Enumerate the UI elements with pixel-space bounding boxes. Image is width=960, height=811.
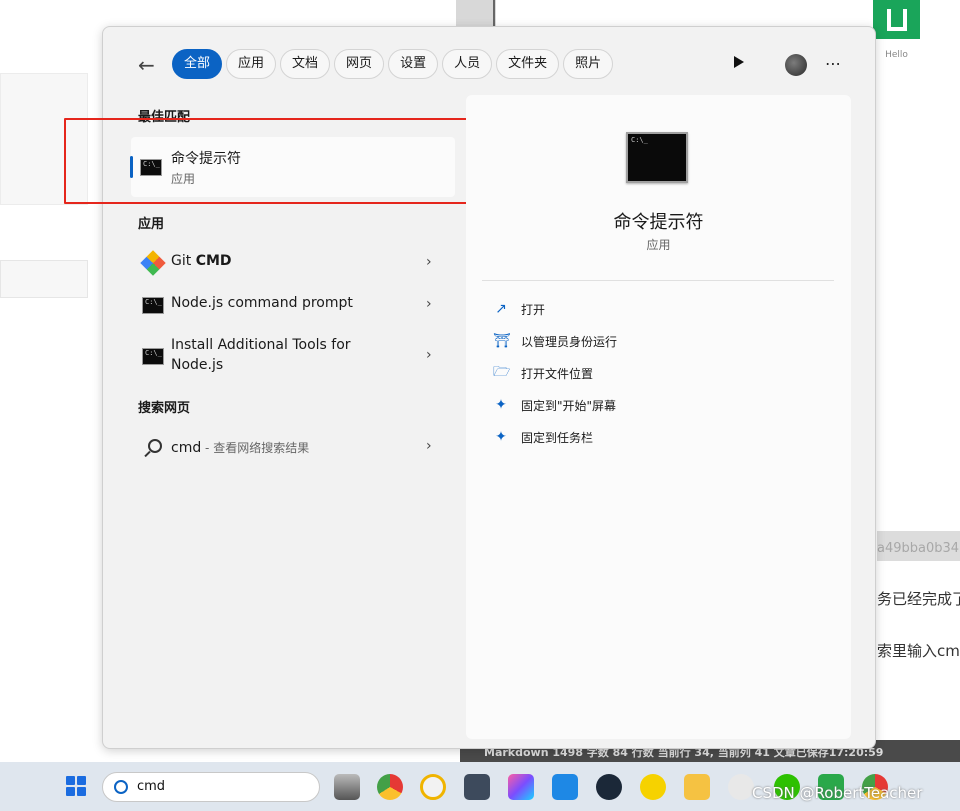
action-open-file-location[interactable]: 🗁 打开文件位置 — [493, 363, 593, 383]
more-options-icon[interactable]: ⋯ — [825, 54, 842, 73]
search-input-value[interactable]: cmd — [137, 779, 165, 794]
action-pin-to-taskbar[interactable]: ✦ 固定到任务栏 — [493, 427, 593, 447]
background-card — [0, 260, 88, 298]
intellij-icon[interactable] — [508, 774, 534, 800]
app-g-icon[interactable] — [420, 774, 446, 800]
app-logo-icon — [873, 0, 920, 39]
action-open[interactable]: ↗ 打开 — [493, 299, 545, 319]
open-icon: ↗ — [495, 301, 507, 317]
vscode-icon[interactable] — [552, 774, 578, 800]
shield-icon: ⛩ — [493, 333, 511, 349]
divider — [482, 280, 834, 281]
watermark-text: CSDN @RobertTeacher — [752, 784, 923, 802]
app-icon[interactable] — [728, 774, 754, 800]
back-arrow-icon[interactable]: ← — [138, 54, 160, 76]
background-divider — [493, 0, 495, 28]
background-text-line: 索里输入cmd — [877, 642, 960, 660]
chevron-right-icon[interactable]: › — [426, 296, 432, 312]
section-web: 搜索网页 — [138, 401, 191, 416]
taskbar-search-input[interactable] — [102, 772, 320, 802]
filter-tabs: 全部 应用 文档 网页 设置 人员 文件夹 照片 — [172, 49, 617, 79]
tab-documents[interactable]: 文档 — [280, 49, 331, 79]
tab-apps[interactable]: 应用 — [226, 49, 277, 79]
search-icon — [148, 439, 162, 453]
background-hash-text: a49bba0b34 — [877, 531, 960, 561]
action-run-as-admin[interactable]: ⛩ 以管理员身份运行 — [493, 331, 617, 351]
play-icon[interactable] — [734, 56, 744, 68]
command-prompt-icon: C:\_ — [142, 348, 164, 365]
steam-icon[interactable] — [596, 774, 622, 800]
tab-web[interactable]: 网页 — [334, 49, 385, 79]
background-text-line: 务已经完成了 — [877, 590, 960, 608]
tab-photos[interactable]: 照片 — [563, 49, 614, 79]
pin-icon: ✦ — [495, 429, 507, 445]
detail-pane — [466, 95, 851, 739]
avatar[interactable] — [785, 54, 807, 76]
tab-settings[interactable]: 设置 — [388, 49, 439, 79]
detail-subtitle: 应用 — [646, 238, 671, 252]
task-view-icon[interactable] — [334, 774, 360, 800]
action-pin-to-start[interactable]: ✦ 固定到"开始"屏幕 — [493, 395, 616, 415]
background-window-strip — [456, 0, 496, 28]
tab-folders[interactable]: 文件夹 — [496, 49, 560, 79]
app-yellow-icon[interactable] — [640, 774, 666, 800]
command-prompt-icon: C:\_ — [142, 297, 164, 314]
chevron-right-icon[interactable]: › — [426, 254, 432, 270]
app-cat-icon[interactable] — [464, 774, 490, 800]
section-apps: 应用 — [138, 217, 165, 232]
app-item-nodejs-prompt[interactable]: Node.js command prompt — [171, 295, 353, 311]
chevron-right-icon[interactable]: › — [426, 347, 432, 363]
app-item-install-tools-line2[interactable]: Node.js — [171, 357, 223, 373]
tab-all[interactable]: 全部 — [172, 49, 223, 79]
tab-people[interactable]: 人员 — [442, 49, 493, 79]
search-icon — [114, 780, 128, 794]
windows-start-icon[interactable] — [66, 776, 86, 796]
detail-title: 命令提示符 — [613, 212, 704, 233]
app-item-install-tools[interactable]: Install Additional Tools for — [171, 337, 351, 353]
file-explorer-icon[interactable] — [684, 774, 710, 800]
chrome-icon[interactable] — [377, 774, 403, 800]
app-item-label: Git CMD — [171, 253, 232, 269]
folder-icon: 🗁 — [493, 364, 511, 380]
command-prompt-large-icon: C:\_ — [626, 132, 688, 183]
chevron-right-icon[interactable]: › — [426, 438, 432, 454]
web-search-item[interactable]: cmd - 查看网络搜索结果 — [171, 437, 309, 456]
annotation-highlight-box — [64, 118, 474, 204]
pin-icon: ✦ — [495, 397, 507, 413]
logo-caption: Hello — [885, 50, 908, 60]
